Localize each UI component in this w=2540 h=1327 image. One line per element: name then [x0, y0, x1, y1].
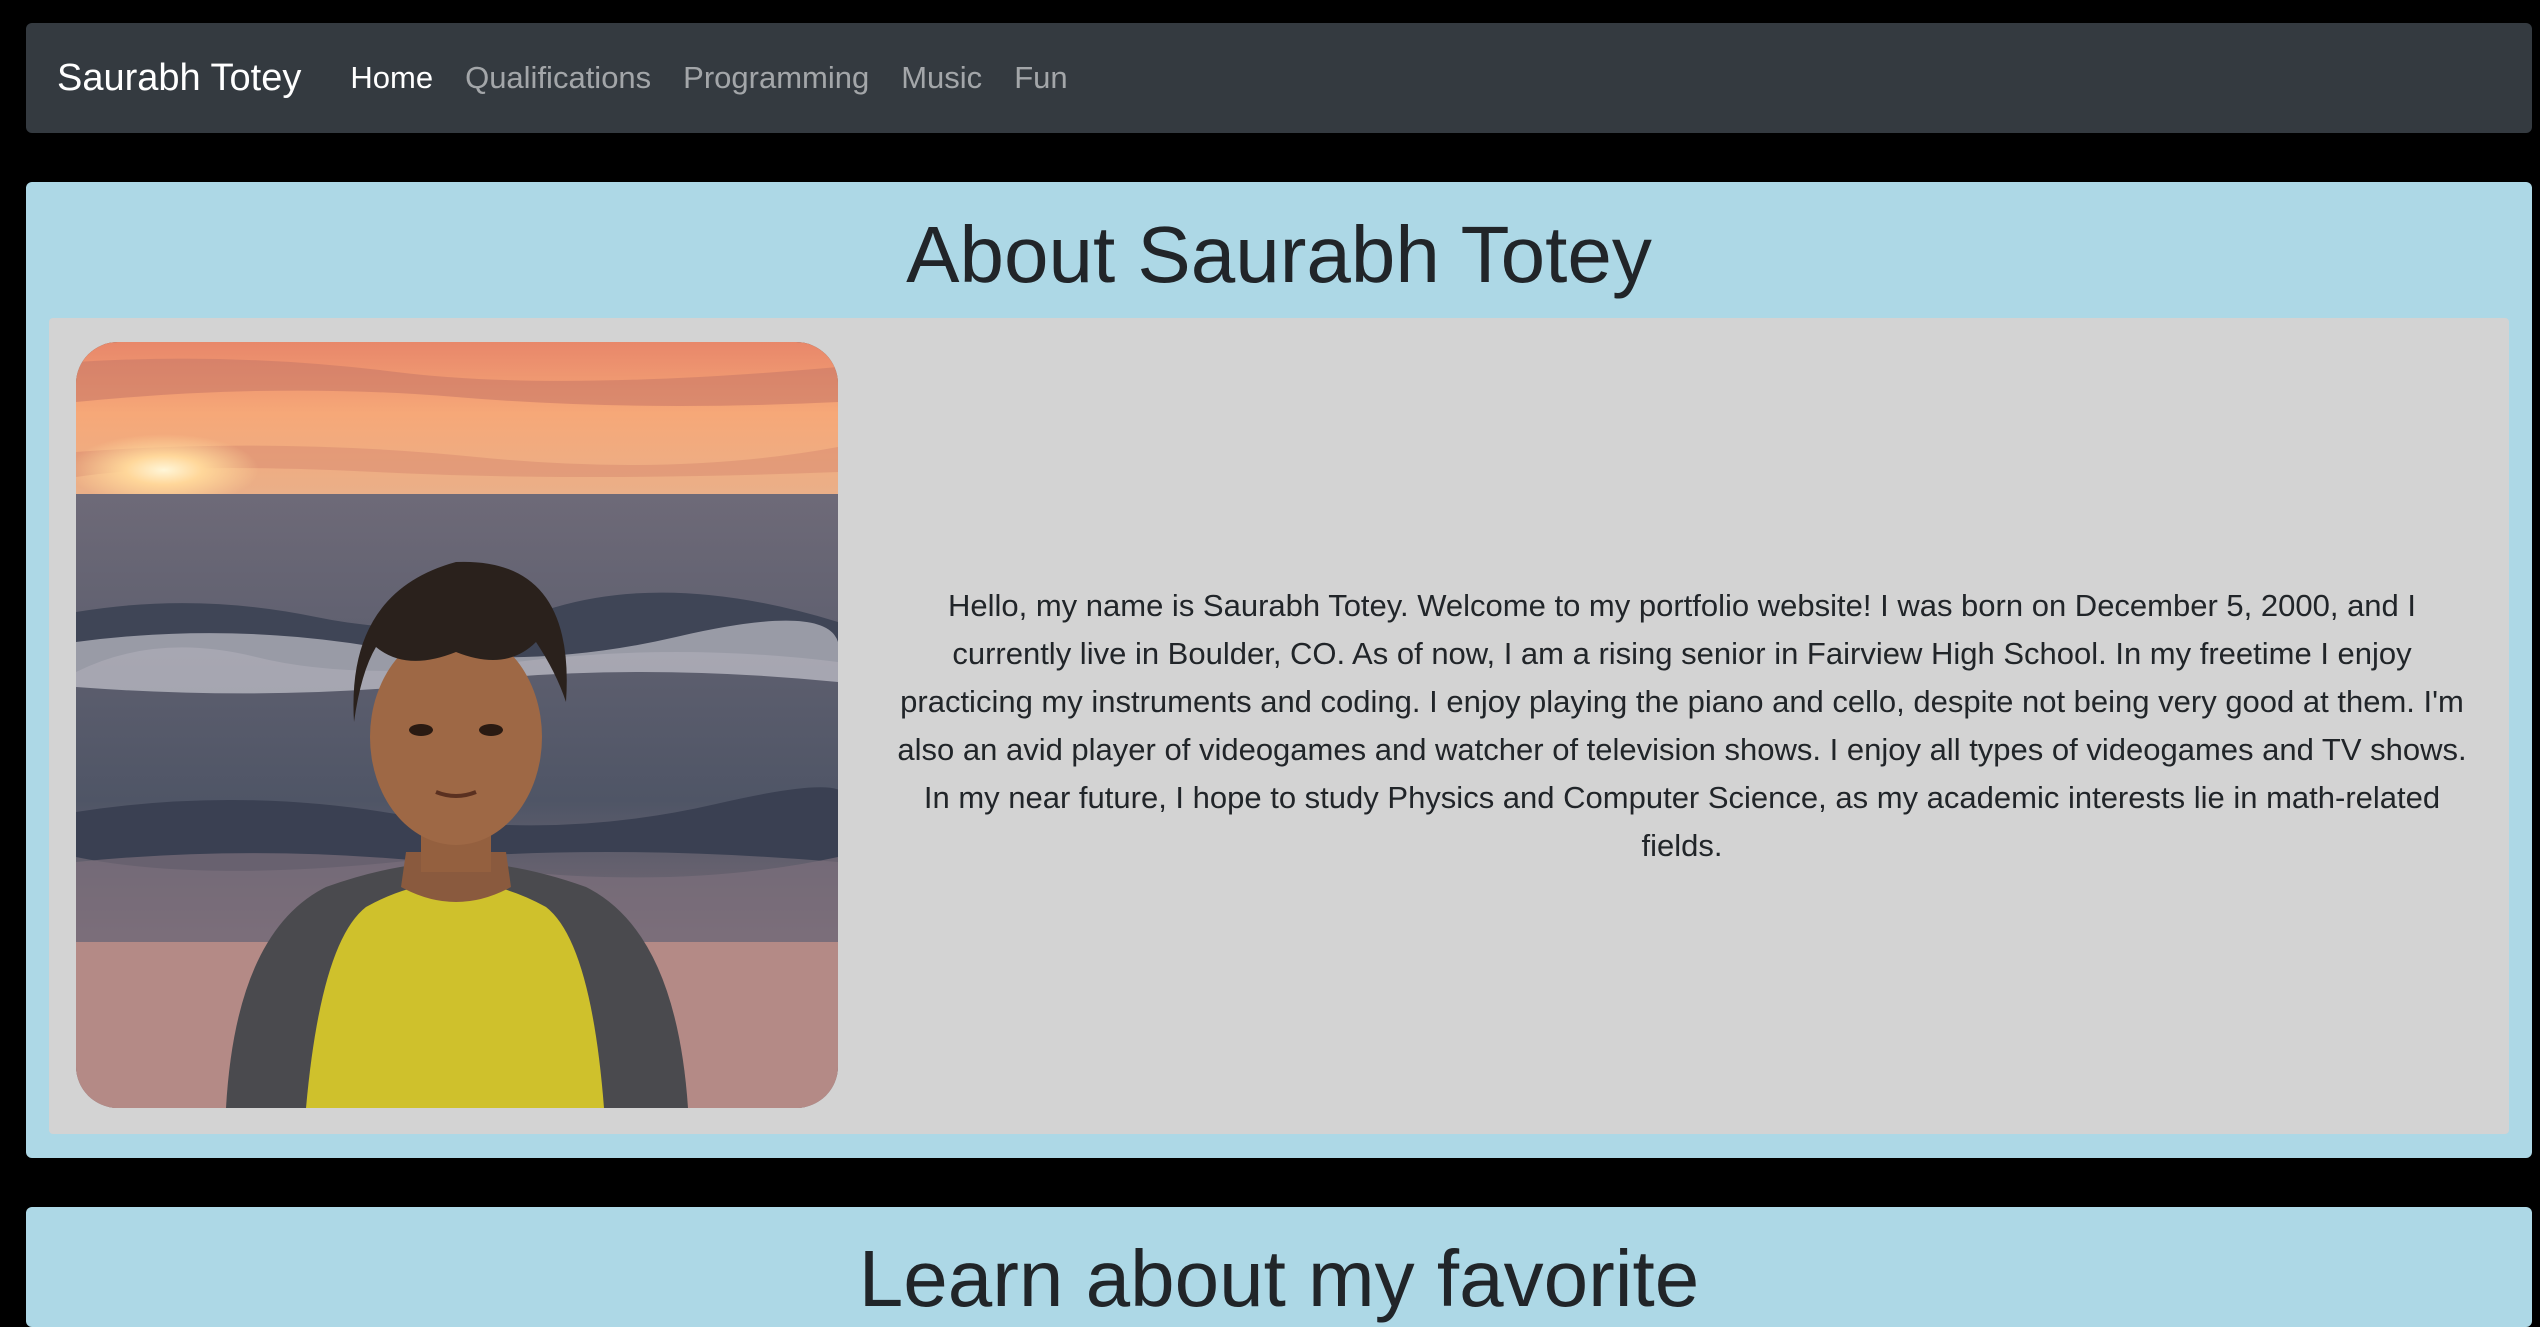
top-navbar: Saurabh Totey Home Qualifications Progra… — [26, 23, 2532, 133]
favorites-title: Learn about my favorite — [858, 1234, 1700, 1323]
nav-link-programming[interactable]: Programming — [683, 60, 869, 96]
nav-link-qualifications[interactable]: Qualifications — [465, 60, 651, 96]
nav-link-home[interactable]: Home — [350, 60, 433, 96]
portrait-photo — [76, 342, 838, 1108]
about-title: About Saurabh Totey — [906, 210, 1652, 299]
nav-links: Home Qualifications Programming Music Fu… — [350, 60, 1067, 96]
navbar-brand[interactable]: Saurabh Totey — [57, 57, 301, 100]
about-panel: Hello, my name is Saurabh Totey. Welcome… — [49, 318, 2509, 1134]
about-section: About Saurabh Totey Hello, my name is Sa… — [26, 182, 2532, 1158]
nav-link-music[interactable]: Music — [901, 60, 982, 96]
portrait-photo-image — [76, 342, 838, 1108]
nav-link-fun[interactable]: Fun — [1014, 60, 1067, 96]
bio-container: Hello, my name is Saurabh Totey. Welcome… — [885, 318, 2479, 1134]
bio-text: Hello, my name is Saurabh Totey. Welcome… — [897, 588, 2467, 863]
favorites-section: Learn about my favorite — [26, 1207, 2532, 1327]
